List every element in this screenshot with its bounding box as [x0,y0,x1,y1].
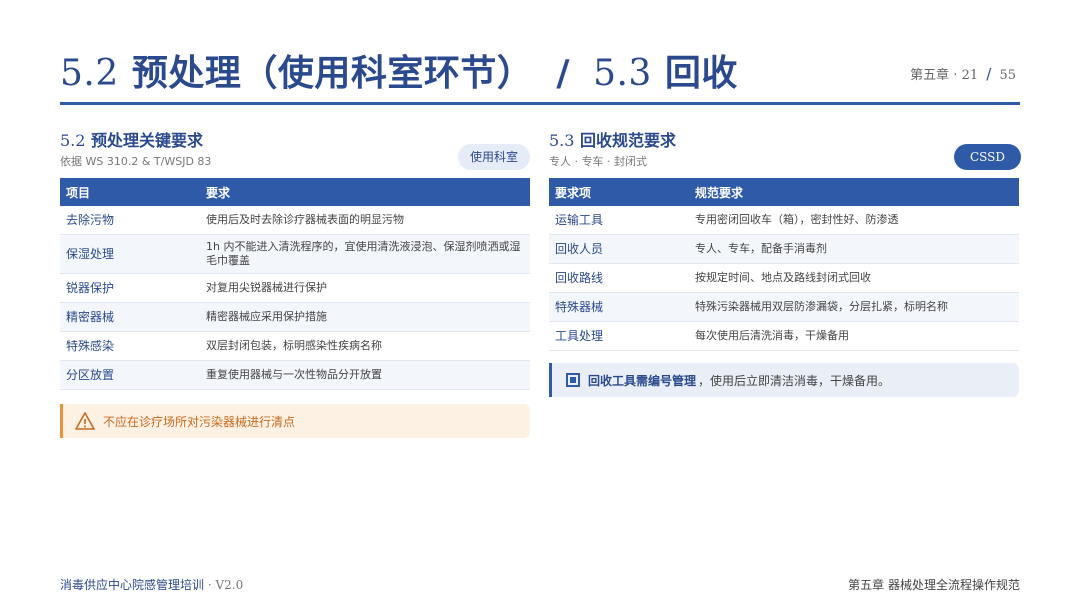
row-value: 重复使用器械与一次性物品分开放置 [200,360,530,390]
row-value: 对复用尖锐器械进行保护 [200,273,530,303]
table-row: 工具处理 每次使用后清洗消毒，干燥备用 [549,321,1019,351]
note-callout: 回收工具需编号管理 ，使用后立即清洁消毒，干燥备用。 [549,363,1019,397]
row-value: 使用后及时去除诊疗器械表面的明显污物 [200,206,530,235]
page-title: 5.2 预处理（使用科室环节） / 5.3 回收 [60,44,738,96]
footer-course-name: 消毒供应中心院感管理培训 [60,578,205,592]
column-header-item: 要求项 [549,178,689,206]
row-key: 运输工具 [549,206,689,235]
note-text: ，使用后立即清洁消毒，干燥备用。 [698,373,891,388]
row-value: 专人、专车，配备手消毒剂 [689,234,1019,264]
cssd-tag: CSSD [953,144,1021,170]
square-bullet-icon [566,373,580,387]
note-bold-text: 回收工具需编号管理 [588,373,697,388]
table-row: 保湿处理 1h 内不能进入清洗程序的，宜使用清洗液浸泡、保湿剂喷洒或湿毛巾覆盖 [60,234,530,274]
recovery-section: 5.3 回收规范要求 专人 · 专车 · 封闭式 CSSD 要求项 规范要求 运… [549,130,1021,397]
table-row: 分区放置 重复使用器械与一次性物品分开放置 [60,360,530,390]
pretreatment-table: 项目 要求 去除污物 使用后及时去除诊疗器械表面的明显污物 保湿处理 1h 内不… [60,178,530,390]
table-header-row: 要求项 规范要求 [549,178,1019,206]
header-divider [60,102,1020,105]
footer-course-title: 消毒供应中心院感管理培训 · V2.0 [60,576,243,593]
section-subtitle: 专人 · 专车 · 封闭式 [549,155,647,168]
table-row: 回收人员 专人、专车，配备手消毒剂 [549,234,1019,264]
page-total: 55 [999,68,1016,83]
table-row: 回收路线 按规定时间、地点及路线封闭式回收 [549,263,1019,293]
row-value: 专用密闭回收车（箱），密封性好、防渗透 [689,206,1019,235]
footer-chapter-title: 第五章 器械处理全流程操作规范 [848,578,1020,592]
title-section-number-2: 5.3 [593,53,652,94]
row-key: 回收路线 [549,263,689,293]
row-key: 去除污物 [60,206,200,235]
table-row: 去除污物 使用后及时去除诊疗器械表面的明显污物 [60,206,530,235]
warning-text: 不应在诊疗场所对污染器械进行清点 [103,414,296,429]
row-value: 特殊污染器械用双层防渗漏袋，分层扎紧，标明名称 [689,292,1019,322]
section-number: 5.3 [549,131,575,150]
section-title: 5.3 回收规范要求 [549,130,1019,152]
page-slash: / [986,65,992,83]
row-key: 精密器械 [60,302,200,332]
row-value: 双层封闭包装，标明感染性疾病名称 [200,331,530,361]
slide-header: 5.2 预处理（使用科室环节） / 5.3 回收 第五章 · 21 / 55 [60,44,1020,96]
recovery-table: 要求项 规范要求 运输工具 专用密闭回收车（箱），密封性好、防渗透 回收人员 专… [549,178,1019,351]
row-value: 每次使用后清洗消毒，干燥备用 [689,321,1019,351]
row-key: 分区放置 [60,360,200,390]
column-header-requirement: 规范要求 [689,178,1019,206]
row-key: 特殊器械 [549,292,689,322]
column-header-requirement: 要求 [200,178,530,206]
chapter-label: 第五章 [910,68,950,83]
table-row: 特殊器械 特殊污染器械用双层防渗漏袋，分层扎紧，标明名称 [549,292,1019,322]
title-section-number-1: 5.2 [60,53,119,94]
row-key: 回收人员 [549,234,689,264]
footer-version: V2.0 [215,578,244,592]
section-title-text: 回收规范要求 [580,131,677,150]
page-indicator: 第五章 · 21 / 55 [910,64,1016,83]
title-text-2: 回收 [664,53,738,94]
row-key: 特殊感染 [60,331,200,361]
row-key: 锐器保护 [60,273,200,303]
section-title-text: 预处理关键要求 [91,131,204,150]
row-value: 按规定时间、地点及路线封闭式回收 [689,263,1019,293]
warning-triangle-icon [75,412,95,430]
footer-sep: · [204,578,216,592]
title-text-1: 预处理（使用科室环节） [131,53,534,94]
warning-callout: 不应在诊疗场所对污染器械进行清点 [60,404,530,438]
department-tag: 使用科室 [457,144,530,170]
title-slash: / [556,53,571,94]
row-value: 精密器械应采用保护措施 [200,302,530,332]
table-header-row: 项目 要求 [60,178,530,206]
table-row: 精密器械 精密器械应采用保护措施 [60,302,530,332]
pretreatment-section: 5.2 预处理关键要求 依据 WS 310.2 & T/WSJD 83 使用科室… [60,130,530,438]
page-sep: · [953,68,958,83]
row-key: 保湿处理 [60,234,200,274]
table-row: 锐器保护 对复用尖锐器械进行保护 [60,273,530,303]
section-number: 5.2 [60,131,86,150]
row-key: 工具处理 [549,321,689,351]
table-row: 运输工具 专用密闭回收车（箱），密封性好、防渗透 [549,206,1019,235]
column-header-item: 项目 [60,178,200,206]
table-row: 特殊感染 双层封闭包装，标明感染性疾病名称 [60,331,530,361]
page-number: 21 [961,68,979,83]
row-value: 1h 内不能进入清洗程序的，宜使用清洗液浸泡、保湿剂喷洒或湿毛巾覆盖 [200,234,530,274]
